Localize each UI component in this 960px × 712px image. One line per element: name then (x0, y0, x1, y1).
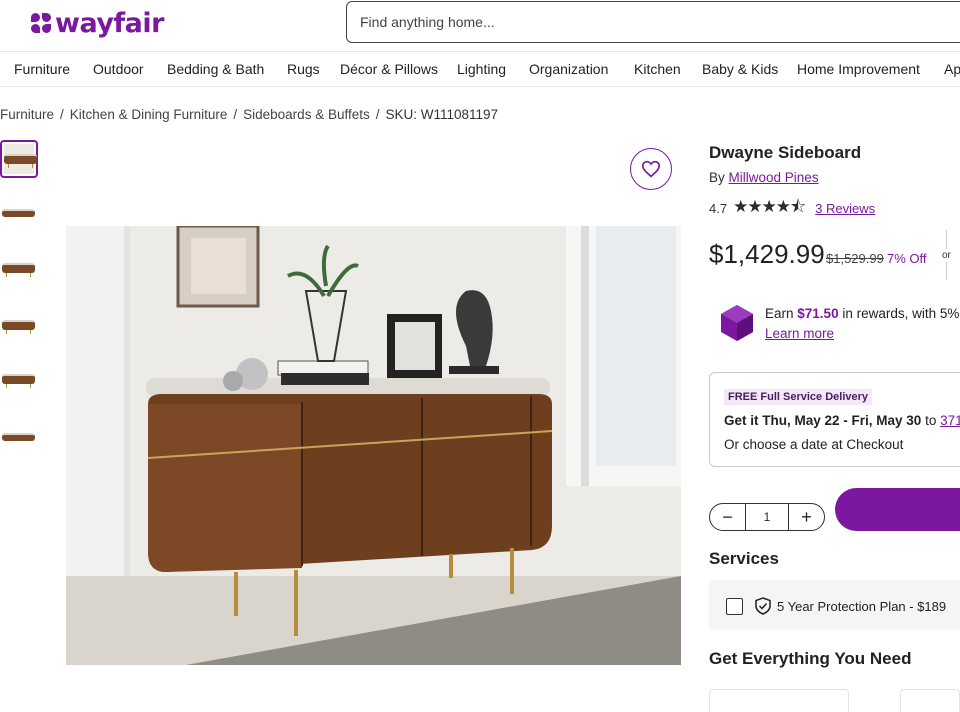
rewards-amount: $71.50 (797, 306, 839, 321)
header: wayfair Find anything home... (0, 0, 960, 52)
quantity-minus-button[interactable]: − (710, 504, 746, 530)
nav-item-furniture[interactable]: Furniture (14, 61, 70, 77)
nav-item-appliances[interactable]: Ap (944, 61, 960, 77)
logo-text: wayfair (55, 8, 164, 39)
learn-more-link[interactable]: Learn more (765, 326, 834, 341)
product-title: Dwayne Sideboard (709, 143, 862, 162)
protection-plan-label: 5 Year Protection Plan - $189 (777, 599, 947, 614)
thumbnail-2[interactable] (0, 198, 38, 236)
nav-item-baby-kids[interactable]: Baby & Kids (702, 61, 778, 77)
nav-item-outdoor[interactable]: Outdoor (93, 61, 144, 77)
search-input[interactable]: Find anything home... (346, 1, 960, 43)
quantity-stepper: − 1 + (709, 503, 825, 531)
get-everything-title: Get Everything You Need (709, 649, 912, 668)
gem-icon (721, 305, 753, 341)
sku-label: SKU: W111081197 (385, 107, 499, 122)
add-to-cart-button[interactable] (835, 488, 960, 531)
quantity-value[interactable]: 1 (746, 510, 788, 524)
heart-icon (641, 160, 661, 178)
breadcrumb-separator: / (233, 107, 238, 122)
thumbnail-1[interactable] (0, 140, 38, 178)
thumbnail-4[interactable] (0, 308, 38, 346)
nav-item-organization[interactable]: Organization (529, 61, 608, 77)
breadcrumb-item[interactable]: Furniture (0, 107, 54, 122)
brand-link[interactable]: Millwood Pines (729, 170, 819, 185)
breadcrumb: Furniture / Kitchen & Dining Furniture / Sid… (0, 107, 498, 122)
nav-item-home-improvement[interactable]: Home Improvement (797, 61, 920, 77)
delivery-box: FREE Full Service Delivery Get it Thu, M… (709, 372, 960, 467)
delivery-alt-text: Or choose a date at Checkout (724, 437, 904, 452)
nav-item-rugs[interactable]: Rugs (287, 61, 320, 77)
favorite-button[interactable] (630, 148, 672, 190)
quantity-plus-button[interactable]: + (788, 504, 824, 530)
protection-plan-checkbox[interactable] (726, 598, 743, 615)
or-label: or (942, 249, 951, 262)
breadcrumb-separator: / (375, 107, 380, 122)
breadcrumb-item[interactable]: Kitchen & Dining Furniture (70, 107, 228, 122)
rating-row: 4.7 ★★★★⯪ 3 Reviews (709, 194, 875, 223)
thumbnail-6[interactable] (0, 420, 38, 458)
product-card-peek[interactable] (709, 689, 849, 712)
category-nav: Furniture Outdoor Bedding & Bath Rugs Dé… (0, 52, 960, 87)
nav-item-decor-pillows[interactable]: Décor & Pillows (340, 61, 438, 77)
delivery-date: Get it Thu, May 22 - Fri, May 30 to 371 (724, 413, 960, 428)
original-price: $1,529.99 (826, 251, 884, 266)
byline: By Millwood Pines (709, 170, 819, 185)
zip-link[interactable]: 371 (940, 413, 960, 428)
star-rating-icon: ★★★★⯪ (733, 197, 806, 216)
thumbnail-3[interactable] (0, 251, 38, 289)
services-title: Services (709, 549, 779, 568)
free-delivery-tag: FREE Full Service Delivery (724, 389, 873, 405)
main-product-image[interactable] (66, 226, 681, 665)
current-price: $1,429.99 (709, 239, 825, 269)
thumbnail-5[interactable] (0, 362, 38, 400)
nav-item-bedding-bath[interactable]: Bedding & Bath (167, 61, 264, 77)
logo-pinwheel-icon (31, 12, 53, 35)
nav-item-kitchen[interactable]: Kitchen (634, 61, 681, 77)
product-card-peek[interactable] (900, 689, 960, 712)
shield-check-icon (755, 597, 771, 615)
breadcrumb-separator: / (60, 107, 64, 122)
discount-badge: 7% Off (887, 251, 927, 266)
by-label: By (709, 170, 725, 185)
reviews-link[interactable]: 3 Reviews (815, 201, 875, 216)
protection-plan-row: 5 Year Protection Plan - $189 (709, 580, 960, 630)
rewards-text: Earn $71.50 in rewards, with 5% (765, 306, 960, 321)
wayfair-logo[interactable]: wayfair (31, 8, 164, 39)
nav-item-lighting[interactable]: Lighting (457, 61, 506, 77)
breadcrumb-item[interactable]: Sideboards & Buffets (243, 107, 370, 122)
rating-value: 4.7 (709, 201, 728, 216)
